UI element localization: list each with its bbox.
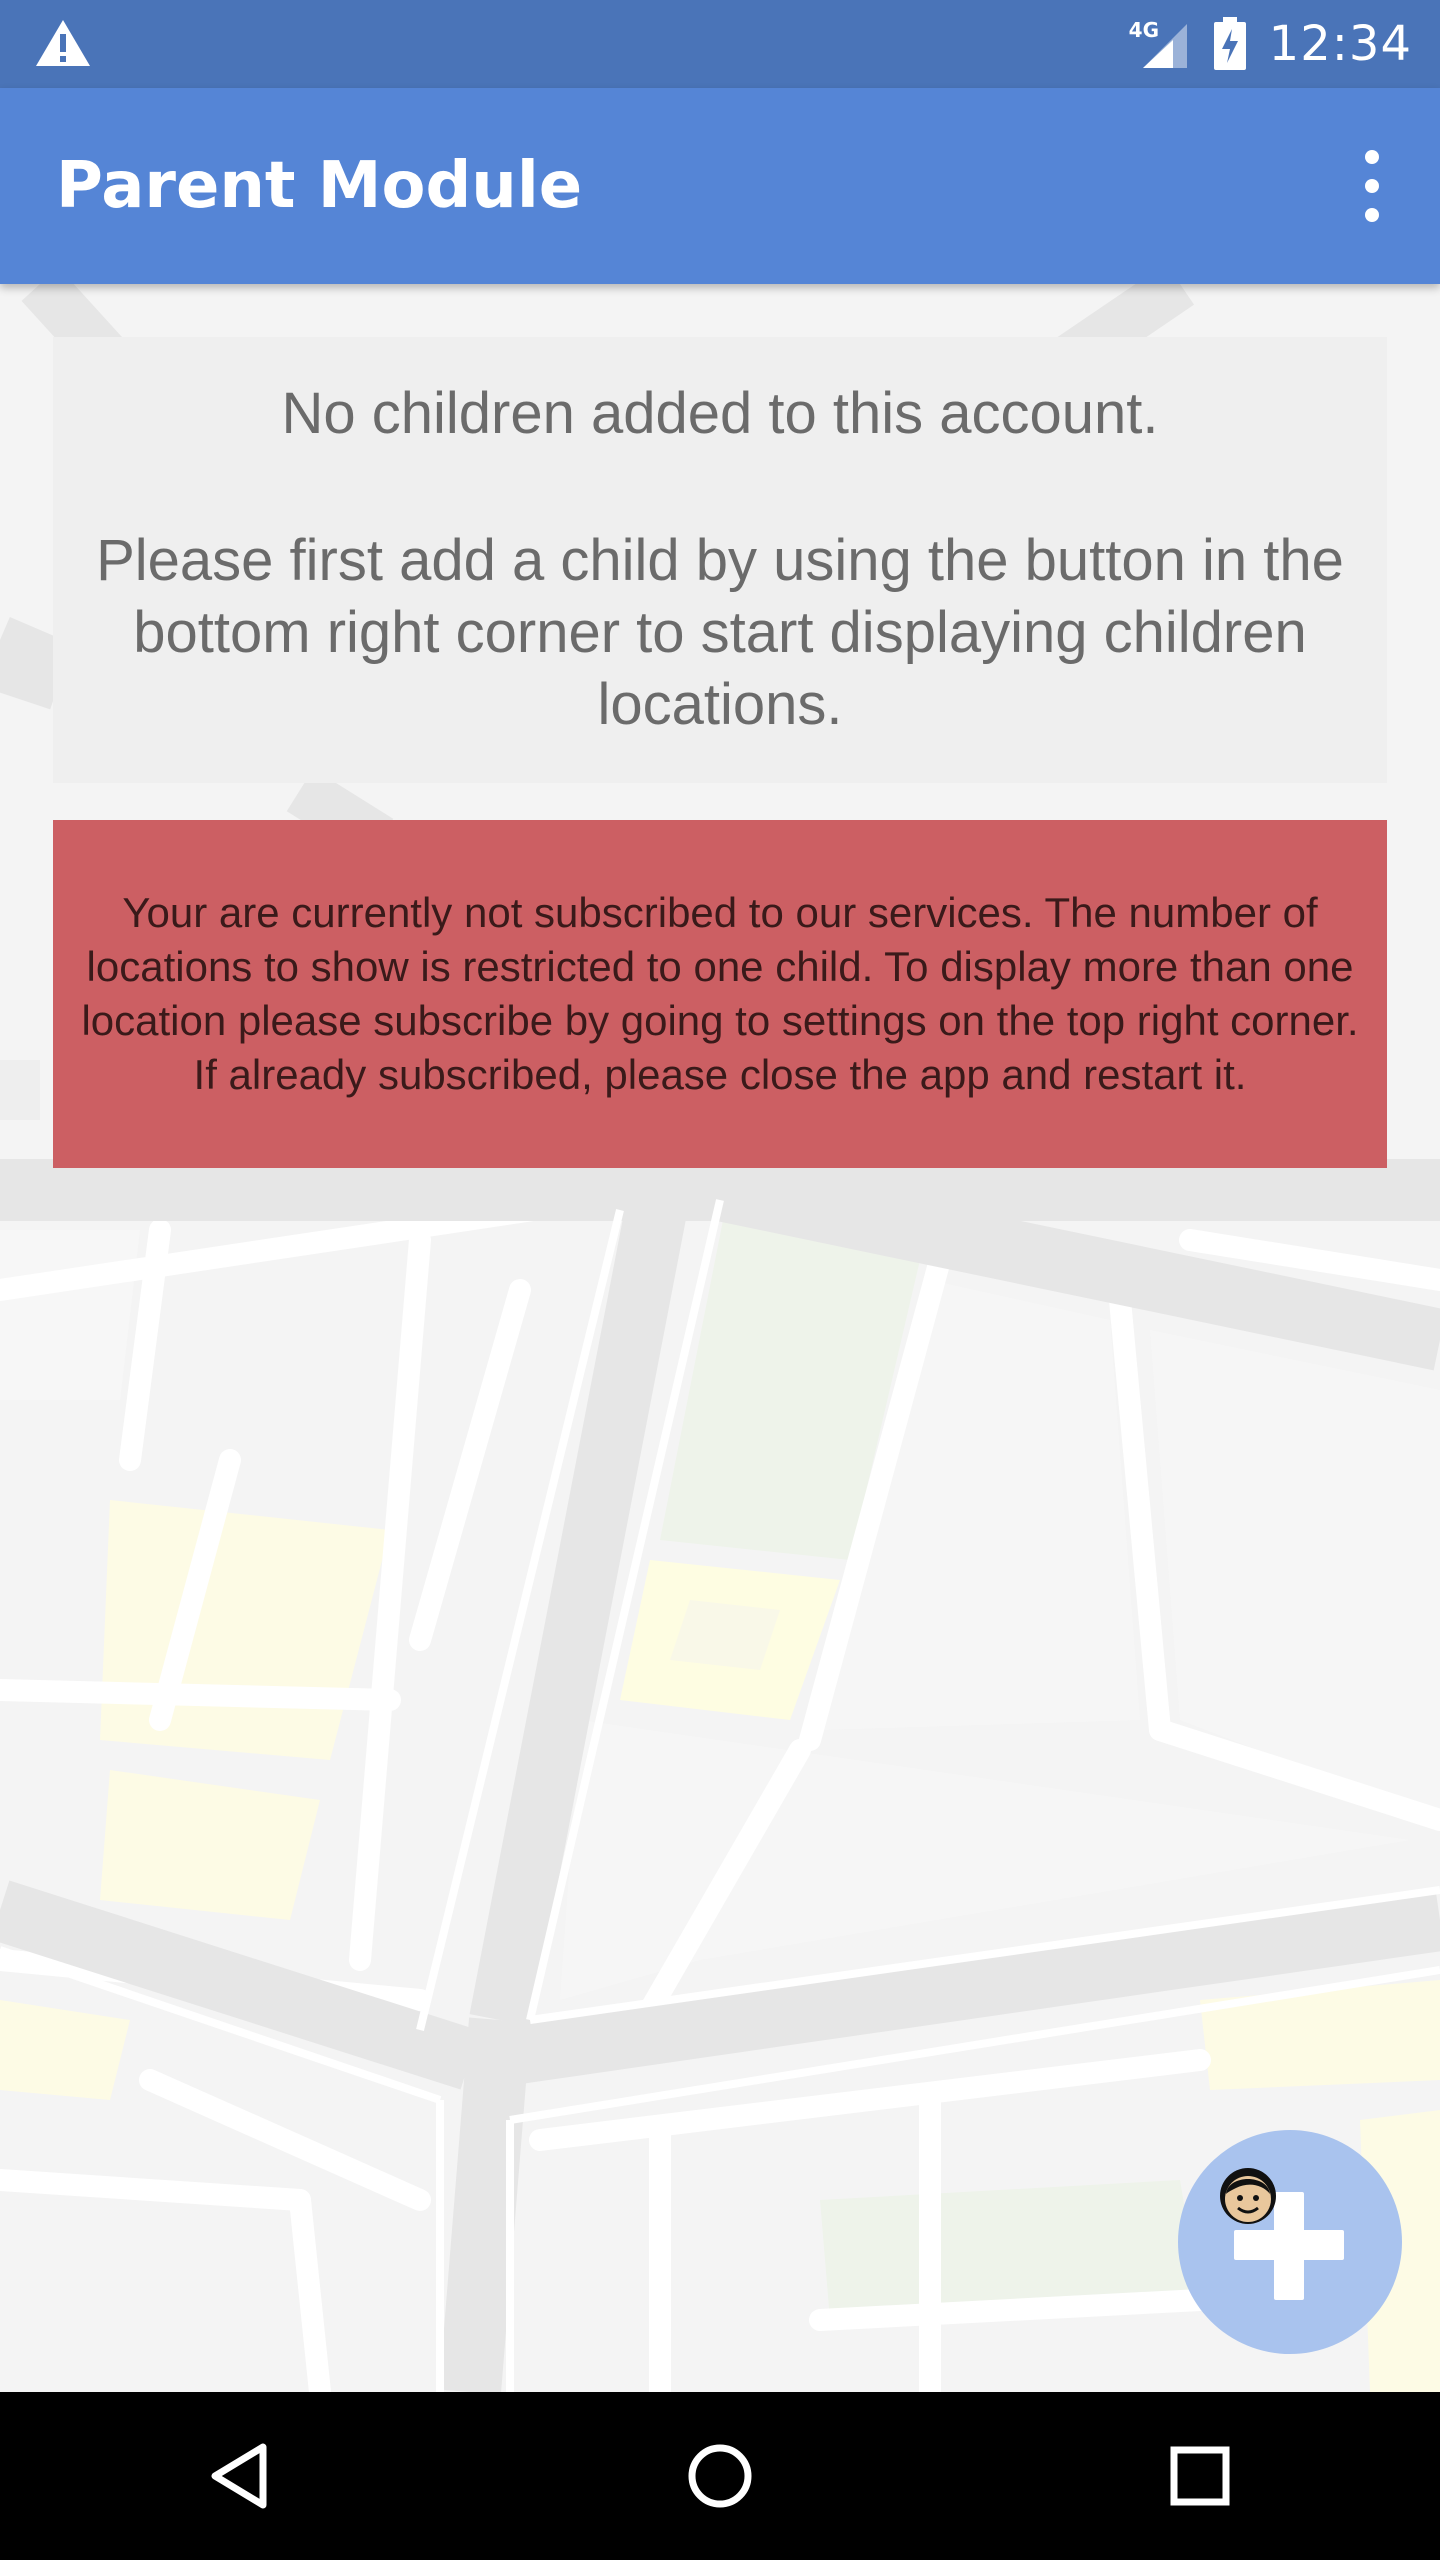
- signal-icon: 4G: [1129, 18, 1191, 70]
- status-bar: 4G 12:34: [0, 0, 1440, 88]
- subscription-warning-banner: Your are currently not subscribed to our…: [53, 820, 1387, 1168]
- child-face-icon: [1220, 2168, 1276, 2224]
- recents-icon[interactable]: [1140, 2416, 1260, 2536]
- warning-icon: [36, 20, 90, 66]
- status-indicators: 4G 12:34: [1129, 0, 1412, 88]
- battery-charging-icon: [1213, 17, 1246, 70]
- no-children-message: No children added to this account. Pleas…: [53, 337, 1387, 783]
- add-child-button[interactable]: [1178, 2130, 1402, 2354]
- back-icon[interactable]: [180, 2416, 300, 2536]
- add-child-instructions: Please first add a child by using the bu…: [96, 528, 1344, 737]
- status-time: 12:34: [1268, 16, 1412, 72]
- app-title: Parent Module: [56, 149, 583, 223]
- home-icon[interactable]: [660, 2416, 780, 2536]
- subscription-warning-text: Your are currently not subscribed to our…: [81, 889, 1359, 1098]
- navigation-bar: [0, 2392, 1440, 2560]
- no-children-text: No children added to this account.: [281, 381, 1159, 446]
- more-vert-icon[interactable]: [1352, 150, 1392, 222]
- app-bar: Parent Module: [0, 88, 1440, 284]
